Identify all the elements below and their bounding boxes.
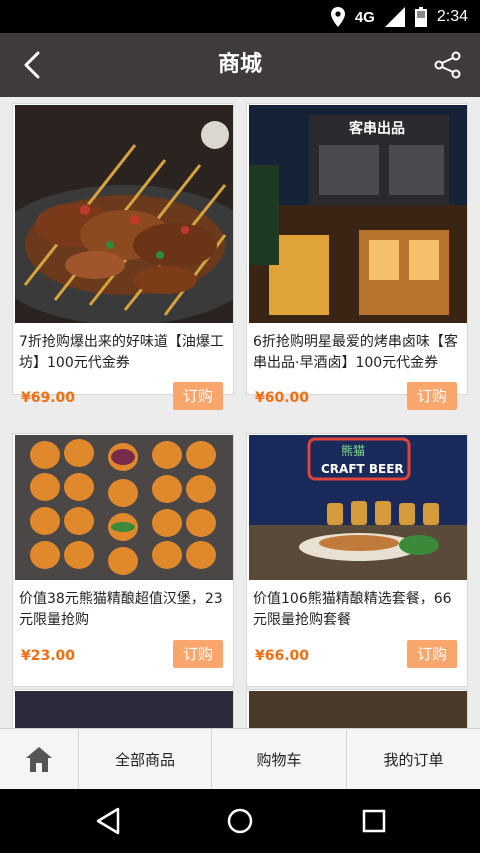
neon-sign-text-2: CRAFT BEER — [321, 462, 404, 476]
product-title[interactable]: 价值38元熊猫精酿超值汉堡，23元限量抢购 — [19, 589, 231, 631]
shop-sign-text: 客串出品 — [348, 120, 405, 137]
product-card[interactable] — [12, 689, 234, 728]
all-products-tab[interactable]: 全部商品 — [78, 729, 211, 789]
home-icon — [26, 747, 52, 772]
back-icon[interactable] — [94, 807, 122, 835]
home-tab[interactable] — [0, 729, 78, 789]
system-nav-bar — [0, 789, 480, 853]
network-type: 4G — [354, 8, 375, 26]
product-image[interactable] — [249, 691, 467, 728]
battery-icon — [414, 7, 427, 27]
bottom-nav: 全部商品 购物车 我的订单 — [0, 728, 480, 789]
buy-button[interactable]: 订购 — [407, 640, 457, 668]
my-orders-tab[interactable]: 我的订单 — [346, 729, 480, 789]
product-title[interactable]: 价值106熊猫精酿精选套餐，66元限量抢购套餐 — [253, 589, 465, 631]
skewer-photo — [15, 105, 233, 323]
status-bar: 4G 2:34 — [0, 0, 480, 33]
buy-button[interactable]: 订购 — [173, 382, 223, 410]
page-title: 商城 — [217, 52, 262, 77]
product-grid[interactable]: 7折抢购爆出来的好味道【油爆工坊】100元代金券 ¥69.00 订购 客串出品 … — [0, 97, 480, 728]
neon-sign-text-1: 熊猫 — [341, 443, 365, 458]
product-image[interactable]: 客串出品 — [249, 105, 467, 323]
signal-icon — [384, 7, 405, 27]
restaurant-photo: 客串出品 — [249, 105, 467, 323]
product-price: ¥23.00 — [21, 648, 76, 664]
product-title[interactable]: 6折抢购明星最爱的烤串卤味【客串出品·早酒卤】100元代金券 — [253, 332, 465, 374]
product-image[interactable]: 熊猫 CRAFT BEER — [249, 435, 467, 580]
recents-icon[interactable] — [360, 807, 388, 835]
title-bar: 商城 — [0, 33, 480, 97]
share-icon[interactable] — [434, 51, 462, 79]
burger-photo — [15, 435, 233, 580]
product-price: ¥60.00 — [255, 390, 310, 406]
product-card[interactable]: 价值38元熊猫精酿超值汉堡，23元限量抢购 ¥23.00 订购 — [12, 433, 234, 687]
cart-tab[interactable]: 购物车 — [211, 729, 346, 789]
clock: 2:34 — [436, 8, 468, 25]
product-card[interactable]: 客串出品 6折抢购明星最爱的烤串卤味【客串出品·早酒卤】100元代金券 ¥60.… — [246, 103, 468, 410]
buy-button[interactable]: 订购 — [407, 382, 457, 410]
craft-beer-photo: 熊猫 CRAFT BEER — [249, 435, 467, 580]
product-image[interactable] — [15, 691, 233, 728]
home-circle-icon[interactable] — [226, 807, 254, 835]
buy-button[interactable]: 订购 — [173, 640, 223, 668]
product-price: ¥69.00 — [21, 390, 76, 406]
product-image[interactable] — [15, 435, 233, 580]
product-image[interactable] — [15, 105, 233, 323]
product-card[interactable]: 7折抢购爆出来的好味道【油爆工坊】100元代金券 ¥69.00 订购 — [12, 103, 234, 410]
product-price: ¥66.00 — [255, 648, 310, 664]
product-title[interactable]: 7折抢购爆出来的好味道【油爆工坊】100元代金券 — [19, 332, 231, 374]
product-card[interactable]: 熊猫 CRAFT BEER 价值106熊猫精酿精选套餐，66元限量抢购套餐 ¥6… — [246, 433, 468, 687]
product-card[interactable] — [246, 689, 468, 728]
location-icon — [330, 7, 345, 27]
